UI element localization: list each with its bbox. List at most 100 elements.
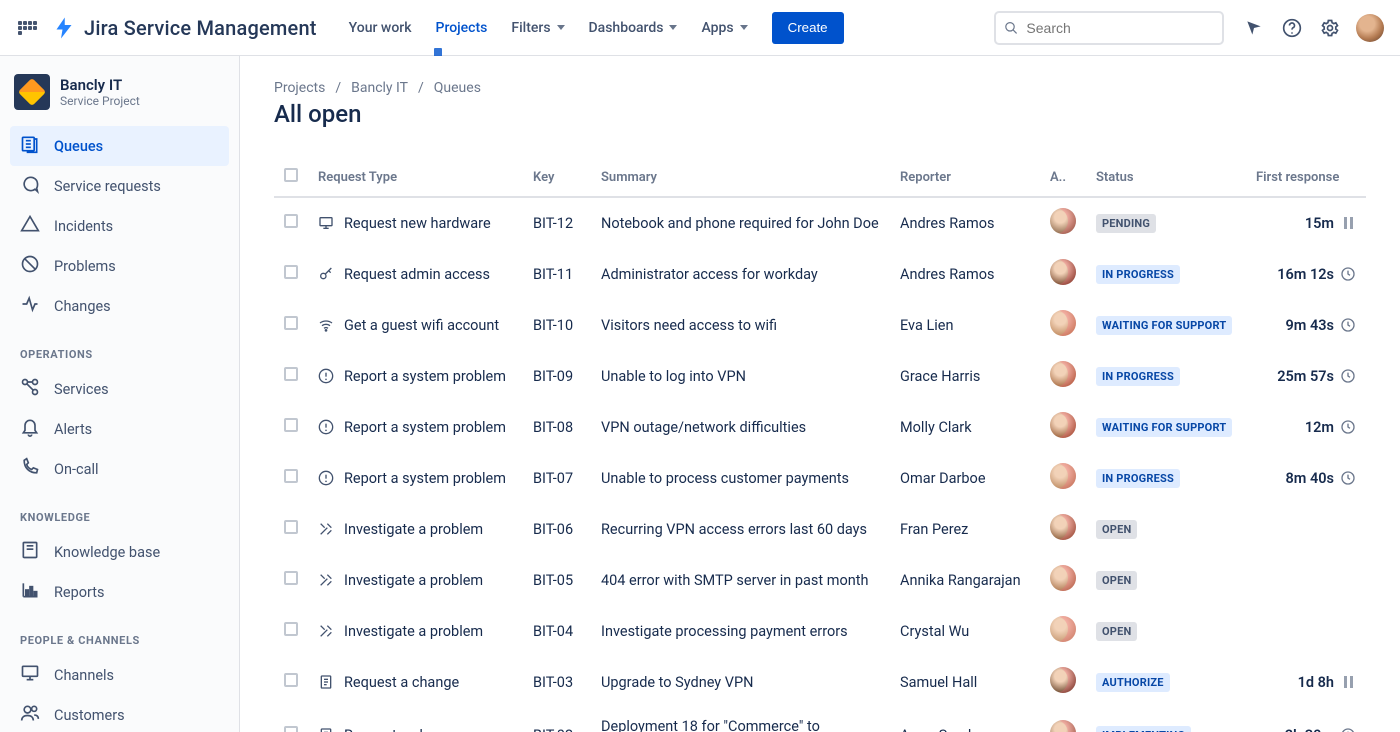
sidebar-item-knowledge-base[interactable]: Knowledge base — [10, 532, 229, 572]
table-row[interactable]: Investigate a problem BIT-06 Recurring V… — [274, 504, 1366, 555]
status-badge[interactable]: WAITING FOR SUPPORT — [1096, 418, 1232, 437]
issue-key[interactable]: BIT-07 — [523, 453, 591, 504]
product-logo[interactable]: Jira Service Management — [52, 16, 317, 40]
sidebar-item-incidents[interactable]: Incidents — [10, 206, 229, 246]
app-switcher-icon[interactable] — [16, 19, 40, 37]
nav-apps[interactable]: Apps — [689, 0, 759, 56]
col-reporter[interactable]: Reporter — [890, 158, 1040, 197]
table-row[interactable]: Request a change BIT-02 Deployment 18 fo… — [274, 708, 1366, 732]
sidebar-item-alerts[interactable]: Alerts — [10, 409, 229, 449]
help-icon[interactable] — [1280, 16, 1304, 40]
row-checkbox[interactable] — [284, 469, 298, 483]
col-key[interactable]: Key — [523, 158, 591, 197]
assignee-avatar[interactable] — [1050, 259, 1076, 285]
issue-summary[interactable]: Administrator access for workday — [591, 249, 890, 300]
col-request-type[interactable]: Request Type — [308, 158, 523, 197]
nav-dashboards[interactable]: Dashboards — [577, 0, 690, 56]
assignee-avatar[interactable] — [1050, 514, 1076, 540]
status-badge[interactable]: OPEN — [1096, 571, 1137, 590]
issue-key[interactable]: BIT-10 — [523, 300, 591, 351]
issue-summary[interactable]: Investigate processing payment errors — [591, 606, 890, 657]
issue-summary[interactable]: Deployment 18 for "Commerce" to Producti… — [591, 708, 890, 732]
issue-key[interactable]: BIT-05 — [523, 555, 591, 606]
nav-projects[interactable]: Projects — [424, 0, 500, 56]
row-checkbox[interactable] — [284, 265, 298, 279]
sidebar-item-channels[interactable]: Channels — [10, 655, 229, 695]
nav-filters[interactable]: Filters — [499, 0, 576, 56]
issue-summary[interactable]: Notebook and phone required for John Doe — [591, 197, 890, 249]
row-checkbox[interactable] — [284, 622, 298, 636]
sidebar-item-changes[interactable]: Changes — [10, 286, 229, 326]
table-row[interactable]: Report a system problem BIT-07 Unable to… — [274, 453, 1366, 504]
row-checkbox[interactable] — [284, 367, 298, 381]
create-button[interactable]: Create — [772, 12, 844, 44]
sidebar-item-problems[interactable]: Problems — [10, 246, 229, 286]
project-header[interactable]: Bancly IT Service Project — [10, 74, 229, 126]
col-status[interactable]: Status — [1086, 158, 1246, 197]
crumb-queues[interactable]: Queues — [434, 80, 481, 96]
assignee-avatar[interactable] — [1050, 667, 1076, 693]
crumb-projects[interactable]: Projects — [274, 80, 325, 96]
global-search[interactable] — [994, 11, 1224, 45]
status-badge[interactable]: IN PROGRESS — [1096, 265, 1180, 284]
sidebar-item-services[interactable]: Services — [10, 369, 229, 409]
col-first-response[interactable]: First response — [1246, 158, 1366, 197]
table-row[interactable]: Investigate a problem BIT-04 Investigate… — [274, 606, 1366, 657]
issue-key[interactable]: BIT-12 — [523, 197, 591, 249]
assignee-avatar[interactable] — [1050, 616, 1076, 642]
status-badge[interactable]: IN PROGRESS — [1096, 367, 1180, 386]
issue-summary[interactable]: Recurring VPN access errors last 60 days — [591, 504, 890, 555]
col-summary[interactable]: Summary — [591, 158, 890, 197]
assignee-avatar[interactable] — [1050, 412, 1076, 438]
issue-key[interactable]: BIT-11 — [523, 249, 591, 300]
table-row[interactable]: Investigate a problem BIT-05 404 error w… — [274, 555, 1366, 606]
issue-summary[interactable]: 404 error with SMTP server in past month — [591, 555, 890, 606]
status-badge[interactable]: WAITING FOR SUPPORT — [1096, 316, 1232, 335]
row-checkbox[interactable] — [284, 214, 298, 228]
issue-key[interactable]: BIT-09 — [523, 351, 591, 402]
row-checkbox[interactable] — [284, 673, 298, 687]
table-row[interactable]: Report a system problem BIT-08 VPN outag… — [274, 402, 1366, 453]
issue-key[interactable]: BIT-03 — [523, 657, 591, 708]
assignee-avatar[interactable] — [1050, 208, 1076, 234]
table-row[interactable]: Request a change BIT-03 Upgrade to Sydne… — [274, 657, 1366, 708]
row-checkbox[interactable] — [284, 316, 298, 330]
notifications-icon[interactable] — [1242, 16, 1266, 40]
sidebar-item-on-call[interactable]: On-call — [10, 449, 229, 489]
assignee-avatar[interactable] — [1050, 720, 1076, 732]
row-checkbox[interactable] — [284, 571, 298, 585]
sidebar-item-customers[interactable]: Customers — [10, 695, 229, 732]
assignee-avatar[interactable] — [1050, 361, 1076, 387]
issue-key[interactable]: BIT-08 — [523, 402, 591, 453]
status-badge[interactable]: AUTHORIZE — [1096, 673, 1170, 692]
table-row[interactable]: Get a guest wifi account BIT-10 Visitors… — [274, 300, 1366, 351]
settings-icon[interactable] — [1318, 16, 1342, 40]
profile-avatar[interactable] — [1356, 14, 1384, 42]
table-row[interactable]: Request new hardware BIT-12 Notebook and… — [274, 197, 1366, 249]
table-row[interactable]: Request admin access BIT-11 Administrato… — [274, 249, 1366, 300]
table-row[interactable]: Report a system problem BIT-09 Unable to… — [274, 351, 1366, 402]
crumb-project-name[interactable]: Bancly IT — [351, 80, 408, 96]
sidebar-item-service-requests[interactable]: Service requests — [10, 166, 229, 206]
select-all-checkbox[interactable] — [284, 168, 298, 182]
issue-summary[interactable]: Visitors need access to wifi — [591, 300, 890, 351]
status-badge[interactable]: PENDING — [1096, 214, 1156, 233]
issue-key[interactable]: BIT-04 — [523, 606, 591, 657]
sidebar-item-reports[interactable]: Reports — [10, 572, 229, 612]
assignee-avatar[interactable] — [1050, 463, 1076, 489]
issue-summary[interactable]: Unable to process customer payments — [591, 453, 890, 504]
status-badge[interactable]: OPEN — [1096, 520, 1137, 539]
col-assignee[interactable]: A.. — [1040, 158, 1086, 197]
row-checkbox[interactable] — [284, 418, 298, 432]
status-badge[interactable]: IN PROGRESS — [1096, 469, 1180, 488]
assignee-avatar[interactable] — [1050, 565, 1076, 591]
status-badge[interactable]: OPEN — [1096, 622, 1137, 641]
status-badge[interactable]: IMPLEMENTING — [1096, 726, 1191, 732]
issue-key[interactable]: BIT-06 — [523, 504, 591, 555]
assignee-avatar[interactable] — [1050, 310, 1076, 336]
issue-summary[interactable]: Upgrade to Sydney VPN — [591, 657, 890, 708]
row-checkbox[interactable] — [284, 726, 298, 732]
issue-summary[interactable]: Unable to log into VPN — [591, 351, 890, 402]
sidebar-item-queues[interactable]: Queues — [10, 126, 229, 166]
issue-summary[interactable]: VPN outage/network difficulties — [591, 402, 890, 453]
